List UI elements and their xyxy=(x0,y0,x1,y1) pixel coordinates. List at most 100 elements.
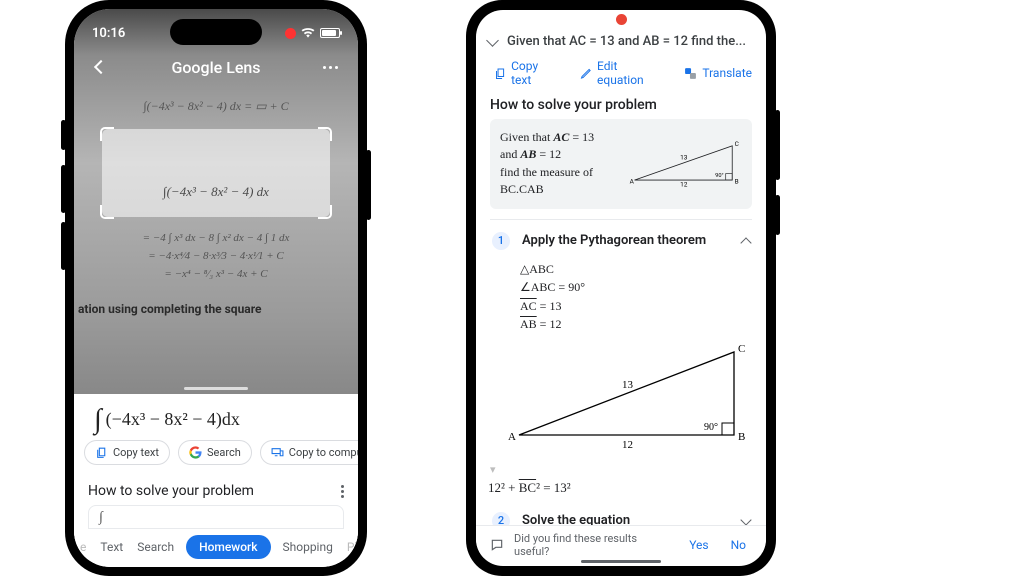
chip-label: Copy text xyxy=(113,446,159,459)
pythagorean-expression: 12² + BC² = 13² xyxy=(476,476,766,502)
svg-text:90°: 90° xyxy=(704,422,718,433)
crop-handle-tl[interactable] xyxy=(100,127,114,141)
power-button xyxy=(366,150,371,220)
overflow-button[interactable] xyxy=(341,485,344,498)
card-stub-content: ∫ xyxy=(99,510,103,525)
crop-selection[interactable]: ∫(−4x³ − 8x² − 4) dx xyxy=(102,129,330,217)
svg-text:90°: 90° xyxy=(715,173,724,179)
vol-down xyxy=(61,222,66,270)
battery-icon xyxy=(320,28,340,38)
step-title: Apply the Pythagorean theorem xyxy=(522,233,730,248)
bg-equation: = −4 ∫ x³ dx − 8 ∫ x² dx − 4 ∫ 1 dx xyxy=(74,232,358,244)
svg-text:A: A xyxy=(508,431,516,443)
action-label: Translate xyxy=(702,66,752,80)
tab-places[interactable]: Places xyxy=(345,535,358,559)
bg-equation: ∫(−4x³ − 8x² − 4) dx = ▭ + C xyxy=(74,99,358,114)
phone-right-frame: Given that AC = 13 and AB = 12 find the.… xyxy=(466,0,776,576)
chevron-down-icon xyxy=(486,34,499,47)
section-title: How to solve your problem xyxy=(88,483,254,499)
feedback-no[interactable]: No xyxy=(725,538,752,552)
pencil-icon xyxy=(580,67,592,80)
feedback-footer: Did you find these results useful? Yes N… xyxy=(476,525,766,558)
status-bar xyxy=(476,10,766,28)
lens-mode-tabs: e Text Search Homework Shopping Places xyxy=(74,531,358,563)
sheet-grabber[interactable] xyxy=(184,387,248,390)
svg-text:C: C xyxy=(738,343,745,355)
devices-icon xyxy=(271,446,284,459)
svg-text:B: B xyxy=(735,177,739,185)
step-number: 1 xyxy=(492,232,510,250)
phone-left-frame: 10:16 Google Lens ∫(−4x³ − 8x² − 4) dx =… xyxy=(65,0,367,576)
google-g-icon xyxy=(189,446,202,459)
copy-icon xyxy=(494,67,506,80)
copy-to-computer-chip[interactable]: Copy to computer xyxy=(260,440,358,465)
integral-symbol: ∫ xyxy=(94,410,102,430)
copy-text-action[interactable]: Copy text xyxy=(494,59,558,87)
feedback-question: Did you find these results useful? xyxy=(514,532,673,558)
feedback-yes[interactable]: Yes xyxy=(683,538,714,552)
triangle-diagram-small: A B C 13 12 90° xyxy=(628,129,742,199)
recording-indicator xyxy=(285,28,296,39)
tab-translate[interactable]: e xyxy=(78,535,88,559)
problem-card: Given that AC = 13 and AB = 12 find the … xyxy=(490,119,752,209)
copy-text-chip[interactable]: Copy text xyxy=(84,440,170,465)
crop-handle-tr[interactable] xyxy=(318,127,332,141)
crop-equation: ∫(−4x³ − 8x² − 4) dx xyxy=(102,184,330,200)
tab-search[interactable]: Search xyxy=(135,535,176,559)
divider xyxy=(490,219,752,220)
step-1: 1 Apply the Pythagorean theorem △ABC ∠AB… xyxy=(490,224,752,463)
lens-viewfinder: Google Lens ∫(−4x³ − 8x² − 4) dx = ▭ + C… xyxy=(74,9,358,394)
more-button[interactable] xyxy=(320,56,342,78)
more-horizontal-icon xyxy=(323,66,338,69)
action-row: Copy text Edit equation Translate xyxy=(476,53,766,97)
mute-switch xyxy=(61,120,66,150)
svg-text:13: 13 xyxy=(622,379,634,391)
feedback-icon xyxy=(490,538,504,552)
power-button xyxy=(775,195,780,235)
crop-handle-br[interactable] xyxy=(318,205,332,219)
back-button[interactable] xyxy=(90,56,112,78)
chevron-down-icon xyxy=(740,514,751,525)
tab-text[interactable]: Text xyxy=(98,535,125,559)
privacy-indicator xyxy=(616,14,627,25)
vol-up xyxy=(61,165,66,213)
question-text: Given that AC = 13 and AB = 12 find the.… xyxy=(507,34,746,49)
translate-action[interactable]: Translate xyxy=(684,59,752,87)
results-sheet: ∫ (−4x³ − 8x² − 4)dx Copy text Search Co… xyxy=(74,399,358,567)
formula-text: (−4x³ − 8x² − 4)dx xyxy=(106,409,240,430)
step-1-header[interactable]: 1 Apply the Pythagorean theorem xyxy=(490,224,752,258)
solution-card-preview[interactable]: ∫ xyxy=(88,505,344,529)
section-title: How to solve your problem xyxy=(476,97,766,119)
triangle-diagram-large: A B C 13 12 90° xyxy=(504,340,754,450)
status-time: 10:16 xyxy=(92,26,125,41)
edit-equation-action[interactable]: Edit equation xyxy=(580,59,662,87)
phone-right-screen: Given that AC = 13 and AB = 12 find the.… xyxy=(476,10,766,566)
chevron-up-icon xyxy=(740,237,751,248)
bg-heading-fragment: ation using completing the square xyxy=(74,302,358,316)
crop-handle-bl[interactable] xyxy=(100,205,114,219)
down-arrow-hint: ▾ xyxy=(476,463,766,476)
translate-icon xyxy=(684,67,697,80)
given-facts: △ABC ∠ABC = 90° AC = 13 AB = 12 xyxy=(520,260,748,334)
wifi-icon xyxy=(301,28,315,38)
action-label: Edit equation xyxy=(597,59,662,87)
action-chip-row: Copy text Search Copy to computer xyxy=(74,440,358,475)
svg-text:12: 12 xyxy=(622,439,633,450)
svg-text:B: B xyxy=(738,431,745,443)
svg-text:12: 12 xyxy=(680,181,688,189)
tab-shopping[interactable]: Shopping xyxy=(281,535,335,559)
bg-equation: = −x⁴ − ⁸⁄₃ x³ − 4x + C xyxy=(74,268,358,280)
phone-left-screen: 10:16 Google Lens ∫(−4x³ − 8x² − 4) dx =… xyxy=(74,9,358,567)
chevron-left-icon xyxy=(94,60,108,74)
tab-homework[interactable]: Homework xyxy=(186,535,270,559)
chip-label: Search xyxy=(207,446,241,459)
svg-text:13: 13 xyxy=(680,154,688,162)
search-chip[interactable]: Search xyxy=(178,440,252,465)
svg-text:A: A xyxy=(630,177,635,185)
navigation-bar[interactable] xyxy=(581,560,661,563)
question-header[interactable]: Given that AC = 13 and AB = 12 find the.… xyxy=(476,28,766,53)
recognized-formula: ∫ (−4x³ − 8x² − 4)dx xyxy=(74,399,358,440)
bg-equation: = −4·x⁴⁄4 − 8·x³⁄3 − 4·x¹⁄1 + C xyxy=(74,250,358,262)
dynamic-island xyxy=(170,19,262,45)
svg-text:C: C xyxy=(735,140,739,148)
